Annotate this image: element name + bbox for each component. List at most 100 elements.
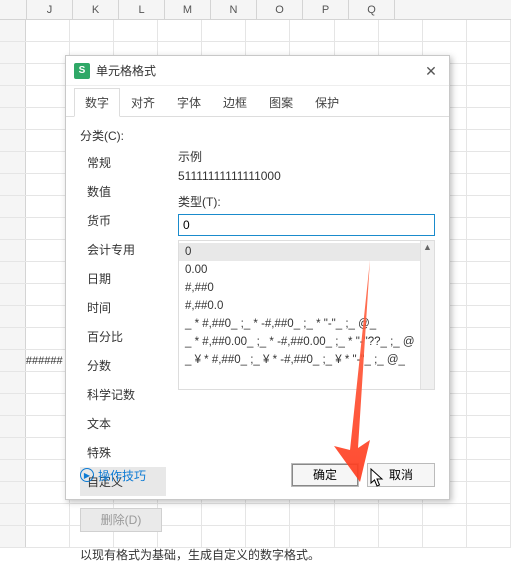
cell[interactable] — [202, 20, 246, 41]
cell[interactable] — [26, 174, 70, 195]
cell[interactable] — [467, 372, 511, 393]
column-header[interactable]: N — [211, 0, 257, 19]
cell[interactable] — [26, 152, 70, 173]
scroll-up-icon[interactable]: ▲ — [421, 241, 434, 255]
format-item[interactable]: 0 — [179, 243, 434, 261]
cell[interactable] — [26, 504, 70, 525]
cell[interactable] — [467, 196, 511, 217]
category-item[interactable]: 数值 — [80, 177, 166, 206]
tab-2[interactable]: 字体 — [166, 88, 212, 117]
cell[interactable] — [114, 20, 158, 41]
column-header[interactable]: L — [119, 0, 165, 19]
column-header[interactable]: K — [73, 0, 119, 19]
cell[interactable] — [467, 394, 511, 415]
cell[interactable] — [26, 460, 70, 481]
close-icon[interactable]: ✕ — [419, 59, 443, 83]
cell[interactable] — [467, 460, 511, 481]
cell[interactable] — [467, 262, 511, 283]
column-header[interactable]: P — [303, 0, 349, 19]
category-item[interactable]: 常规 — [80, 148, 166, 177]
category-item[interactable]: 百分比 — [80, 322, 166, 351]
column-headers: JKLMNOPQ — [0, 0, 511, 20]
cell[interactable] — [467, 20, 511, 41]
column-header[interactable]: Q — [349, 0, 395, 19]
cell[interactable] — [26, 394, 70, 415]
cell[interactable] — [158, 20, 202, 41]
cell[interactable] — [246, 20, 290, 41]
tab-1[interactable]: 对齐 — [120, 88, 166, 117]
cell[interactable] — [26, 306, 70, 327]
category-list[interactable]: 常规数值货币会计专用日期时间百分比分数科学记数文本特殊自定义 — [80, 148, 166, 496]
tips-link[interactable]: ▶ 操作技巧 — [80, 467, 146, 484]
column-header[interactable]: J — [27, 0, 73, 19]
cell[interactable] — [467, 416, 511, 437]
cell[interactable] — [423, 20, 467, 41]
dialog-footer: ▶ 操作技巧 确定 取消 — [80, 463, 435, 487]
tab-3[interactable]: 边框 — [212, 88, 258, 117]
category-item[interactable]: 科学记数 — [80, 380, 166, 409]
cell[interactable] — [467, 152, 511, 173]
tab-0[interactable]: 数字 — [74, 88, 120, 117]
category-item[interactable]: 会计专用 — [80, 235, 166, 264]
category-item[interactable]: 分数 — [80, 351, 166, 380]
cell[interactable] — [26, 284, 70, 305]
cell[interactable] — [467, 504, 511, 525]
cell[interactable] — [379, 20, 423, 41]
tab-5[interactable]: 保护 — [304, 88, 350, 117]
cell[interactable] — [467, 86, 511, 107]
cancel-button[interactable]: 取消 — [367, 463, 435, 487]
format-item[interactable]: #,##0 — [179, 279, 434, 297]
cell[interactable] — [467, 130, 511, 151]
cell-format-dialog: S 单元格格式 ✕ 数字对齐字体边框图案保护 分类(C): 常规数值货币会计专用… — [65, 55, 450, 500]
format-list[interactable]: 00.00#,##0#,##0.0_ * #,##0_ ;_ * -#,##0_… — [178, 240, 435, 390]
cell[interactable]: ###### — [26, 350, 70, 371]
type-input[interactable] — [178, 214, 435, 236]
cell[interactable] — [467, 482, 511, 503]
scrollbar[interactable]: ▲ — [420, 241, 434, 389]
cell[interactable] — [467, 284, 511, 305]
cell[interactable] — [26, 64, 70, 85]
cell[interactable] — [467, 350, 511, 371]
format-item[interactable]: #,##0.0 — [179, 297, 434, 315]
category-item[interactable]: 文本 — [80, 409, 166, 438]
cell[interactable] — [467, 64, 511, 85]
cell[interactable] — [467, 328, 511, 349]
cell[interactable] — [26, 240, 70, 261]
cell[interactable] — [70, 20, 114, 41]
cell[interactable] — [467, 108, 511, 129]
cell[interactable] — [335, 20, 379, 41]
cell[interactable] — [26, 372, 70, 393]
format-item[interactable]: 0.00 — [179, 261, 434, 279]
cell[interactable] — [467, 42, 511, 63]
cell[interactable] — [467, 438, 511, 459]
cell[interactable] — [26, 218, 70, 239]
cell[interactable] — [26, 526, 70, 547]
category-item[interactable]: 日期 — [80, 264, 166, 293]
ok-button[interactable]: 确定 — [291, 463, 359, 487]
category-item[interactable]: 时间 — [80, 293, 166, 322]
cell[interactable] — [26, 108, 70, 129]
cell[interactable] — [26, 42, 70, 63]
cell[interactable] — [26, 86, 70, 107]
cell[interactable] — [26, 328, 70, 349]
cell[interactable] — [290, 20, 334, 41]
cell[interactable] — [467, 306, 511, 327]
format-item[interactable]: _ ¥ * #,##0_ ;_ ¥ * -#,##0_ ;_ ¥ * "-"_ … — [179, 351, 434, 369]
cell[interactable] — [26, 416, 70, 437]
cell[interactable] — [26, 196, 70, 217]
cell[interactable] — [26, 262, 70, 283]
cell[interactable] — [467, 218, 511, 239]
cell[interactable] — [26, 482, 70, 503]
column-header[interactable]: M — [165, 0, 211, 19]
cell[interactable] — [26, 438, 70, 459]
format-item[interactable]: _ * #,##0_ ;_ * -#,##0_ ;_ * "-"_ ;_ @_ — [179, 315, 434, 333]
cell[interactable] — [467, 526, 511, 547]
column-header[interactable]: O — [257, 0, 303, 19]
format-item[interactable]: _ * #,##0.00_ ;_ * -#,##0.00_ ;_ * "-"??… — [179, 333, 434, 351]
cell[interactable] — [26, 20, 70, 41]
category-item[interactable]: 货币 — [80, 206, 166, 235]
cell[interactable] — [467, 174, 511, 195]
cell[interactable] — [26, 130, 70, 151]
cell[interactable] — [467, 240, 511, 261]
tab-4[interactable]: 图案 — [258, 88, 304, 117]
